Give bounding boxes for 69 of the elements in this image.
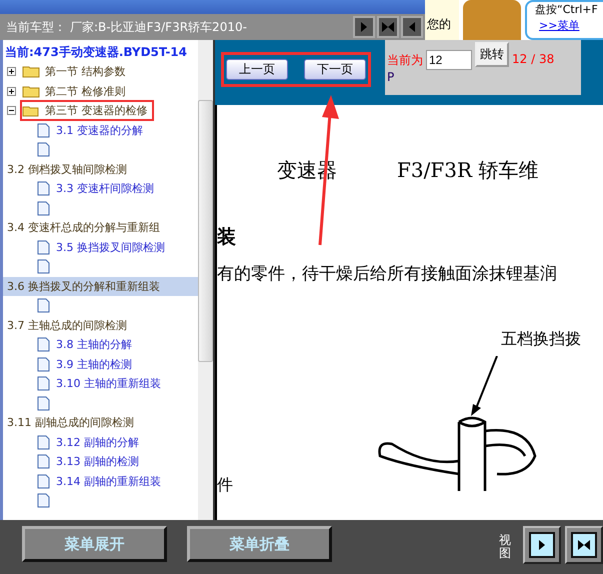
split-arrows-icon — [578, 540, 590, 550]
document-text: 件 — [217, 475, 234, 496]
page-icon — [37, 434, 50, 450]
jump-button[interactable]: 跳转 — [475, 42, 509, 67]
expand-icon[interactable] — [7, 86, 16, 96]
split-arrows-icon — [382, 22, 394, 32]
tree-item[interactable]: 3.10 主轴的重新组装 — [54, 375, 163, 392]
scrollbar[interactable] — [198, 40, 213, 520]
tree-item[interactable]: 3.1 变速器的分解 — [54, 122, 145, 139]
section-heading: 装 — [217, 225, 237, 250]
page-icon — [37, 122, 50, 138]
car-model-value: 厂家:B-比亚迪F3/F3R轿车2010- — [70, 18, 247, 36]
notice-text: 您的 — [425, 0, 459, 40]
folder-icon — [22, 84, 40, 98]
view-label: 视图 — [499, 534, 511, 560]
tree-item[interactable]: 3.5 换挡拨叉间隙检测 — [54, 238, 167, 256]
folder-item[interactable]: 第二节 检修准则 — [20, 80, 132, 102]
tree-item[interactable]: 3.3 变速杆间隙检测 — [54, 180, 156, 198]
page-unit: P — [387, 70, 394, 84]
tree-item[interactable]: 3.7 主轴总成的间隙检测 — [3, 316, 198, 335]
page-count: 12 / 38 — [512, 52, 554, 66]
hint-text: 盘按“Ctrl+F — [535, 3, 598, 16]
car-model-label: 当前车型： — [6, 18, 66, 36]
page-input[interactable]: 12 — [426, 50, 472, 70]
page-icon — [37, 474, 50, 489]
mascot-image-placeholder — [463, 0, 521, 40]
page-icon — [37, 356, 50, 372]
current-page-label: 当前为 — [387, 52, 423, 69]
page-icon — [37, 142, 50, 158]
tree-item[interactable]: 3.11 副轴总成的间隙检测 — [3, 413, 198, 432]
folder-item[interactable]: 第三节 变速器的检修 — [20, 100, 154, 122]
folder-icon — [22, 65, 40, 78]
tree-item[interactable]: 3.4 变速杆总成的分解与重新组 — [3, 218, 198, 238]
page-icon — [37, 493, 50, 508]
view-button[interactable] — [523, 526, 561, 564]
right-arrow-icon — [361, 22, 367, 32]
folder-item[interactable]: 第一节 结构参数 — [20, 61, 132, 82]
right-arrow-icon — [539, 540, 545, 550]
tree-title: 当前:473手动变速器.BYD5T-14 — [4, 44, 188, 61]
page-icon — [37, 181, 50, 196]
page-icon — [37, 298, 50, 314]
left-arrow-icon — [409, 22, 415, 32]
tree-item[interactable]: 3.14 副轴的重新组装 — [54, 472, 163, 490]
tree-item[interactable]: 3.12 副轴的分解 — [54, 434, 141, 451]
document-title: F3/F3R 轿车维 — [397, 157, 538, 184]
open-folder-icon — [22, 104, 40, 118]
page-icon — [37, 200, 50, 216]
menu-link[interactable]: >>菜单 — [535, 18, 603, 34]
page-icon — [37, 454, 50, 470]
view-button[interactable] — [353, 16, 375, 38]
previous-page-button[interactable]: 上一页 — [226, 59, 288, 80]
page-icon — [37, 396, 50, 411]
collapse-icon[interactable] — [7, 106, 16, 116]
page-icon — [37, 259, 50, 274]
page-icon — [37, 240, 50, 255]
tree-item[interactable]: 3.13 副轴的检测 — [54, 453, 141, 470]
page-icon — [37, 337, 50, 352]
tree-item[interactable]: 3.9 主轴的检测 — [54, 356, 134, 373]
figure-label: 五档换挡拨 — [501, 329, 582, 350]
view-button[interactable] — [401, 16, 423, 38]
document-paragraph: 有的零件，待干燥后给所有接触面涂抹锂基润 — [217, 263, 558, 285]
tree-item[interactable]: 3.8 主轴的分解 — [54, 336, 134, 354]
view-button[interactable] — [565, 526, 603, 564]
next-page-button[interactable]: 下一页 — [304, 59, 366, 80]
tree-item[interactable]: 3.6 换挡拨叉的分解和重新组装 — [3, 276, 198, 296]
tree-item[interactable]: 3.2 倒档拨叉轴间隙检测 — [3, 160, 198, 179]
page-icon — [37, 376, 50, 392]
expand-icon[interactable] — [7, 67, 16, 76]
view-button[interactable] — [377, 16, 399, 38]
